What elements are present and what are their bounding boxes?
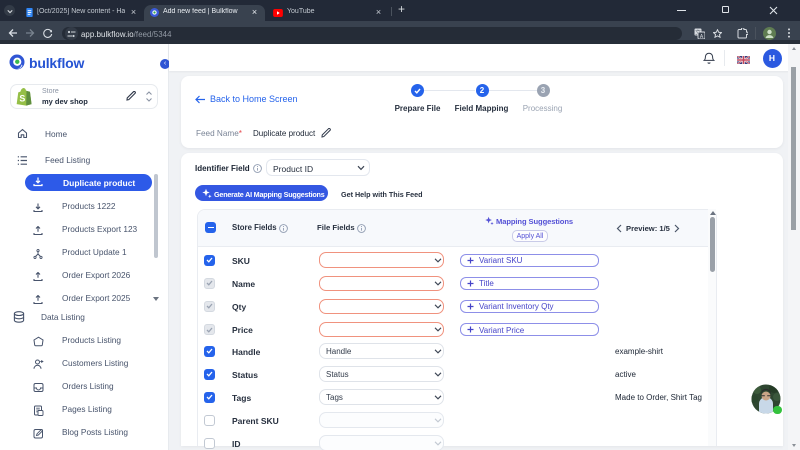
- svg-text:S: S: [19, 94, 25, 104]
